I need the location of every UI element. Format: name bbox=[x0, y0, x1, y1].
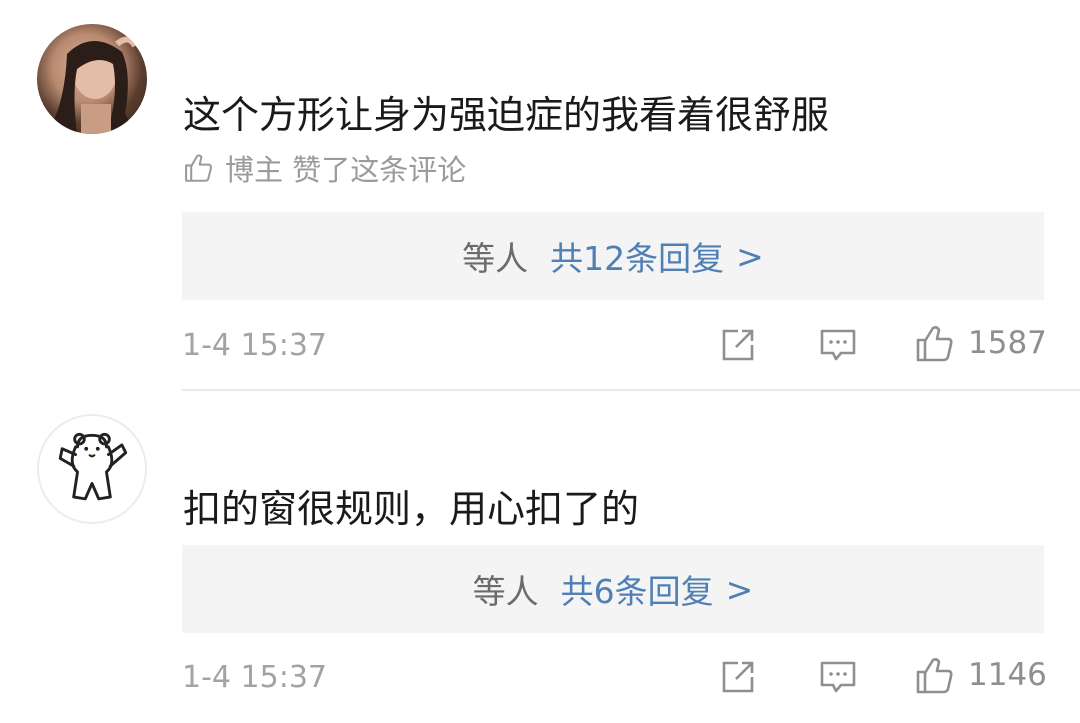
thumbs-up-icon bbox=[916, 326, 953, 362]
thumbs-up-icon bbox=[916, 658, 953, 694]
author-liked-text: 博主 赞了这条评论 bbox=[225, 153, 467, 187]
replies-count-link[interactable]: 共12条回复 bbox=[550, 232, 724, 280]
comment-button[interactable] bbox=[818, 657, 858, 697]
comment-item: 这个方形让身为强迫症的我看着很舒服 博主 赞了这条评论 等人 共12条回复 > … bbox=[0, 0, 1080, 390]
comment-button[interactable] bbox=[818, 325, 858, 365]
chevron-right-icon: > bbox=[725, 569, 754, 609]
share-icon bbox=[722, 661, 754, 693]
portrait-image bbox=[47, 36, 138, 134]
share-icon bbox=[722, 329, 754, 361]
thumbs-up-icon bbox=[185, 154, 212, 182]
comment-icon bbox=[820, 661, 856, 693]
replies-users: 等人 bbox=[472, 572, 539, 611]
comment-text: 这个方形让身为强迫症的我看着很舒服 bbox=[183, 93, 830, 137]
replies-users: 等人 bbox=[462, 239, 529, 278]
comment-text: 扣的窗很规则，用心扣了的 bbox=[183, 487, 640, 531]
replies-box[interactable]: 等人 共12条回复 > bbox=[182, 212, 1044, 300]
comment-icon bbox=[820, 329, 856, 361]
like-button[interactable]: 1146 bbox=[914, 655, 1047, 695]
user-avatar[interactable] bbox=[37, 414, 147, 524]
share-button[interactable] bbox=[718, 657, 758, 697]
author-liked-note: 博主 赞了这条评论 bbox=[181, 150, 467, 187]
comment-time: 1-4 15:37 bbox=[182, 328, 327, 363]
user-avatar[interactable] bbox=[37, 24, 147, 134]
chevron-right-icon: > bbox=[736, 236, 764, 276]
like-count: 1146 bbox=[968, 657, 1047, 693]
comment-time: 1-4 15:37 bbox=[182, 660, 327, 695]
like-button[interactable]: 1587 bbox=[914, 323, 1047, 363]
bear-icon bbox=[58, 432, 128, 501]
replies-count-link[interactable]: 共6条回复 bbox=[561, 565, 714, 613]
replies-box[interactable]: 等人 共6条回复 > bbox=[182, 545, 1044, 633]
divider bbox=[182, 389, 1080, 391]
share-button[interactable] bbox=[718, 325, 758, 365]
like-count: 1587 bbox=[968, 325, 1047, 361]
